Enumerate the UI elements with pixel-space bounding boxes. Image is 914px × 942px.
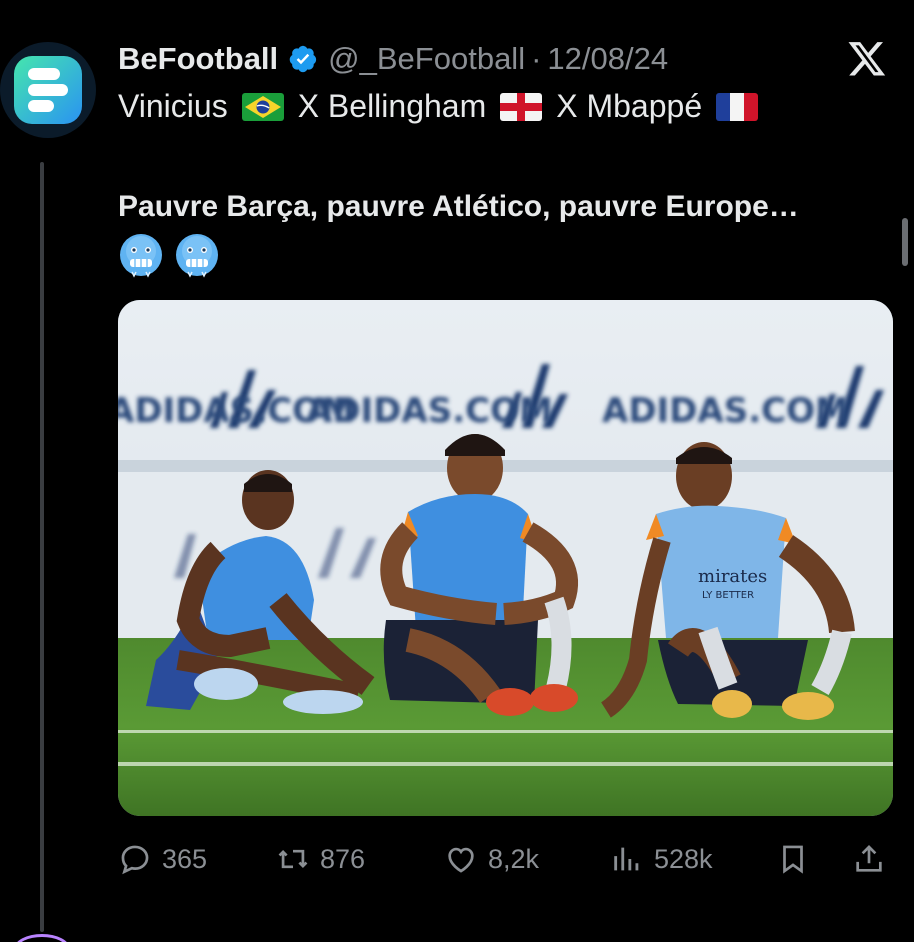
england-flag-icon bbox=[500, 92, 543, 121]
author-avatar[interactable] bbox=[0, 42, 96, 138]
cold-face-emoji-icon bbox=[120, 234, 162, 278]
views-icon bbox=[614, 847, 639, 871]
player-2: X Bellingham bbox=[297, 88, 487, 124]
befootball-logo-icon bbox=[14, 56, 82, 124]
banner-text-3: ADIDAS.COM bbox=[602, 391, 849, 431]
scrollbar[interactable] bbox=[902, 218, 908, 266]
tweet-text-line-1: Vinicius X Bellingham X Mbappé bbox=[118, 88, 772, 125]
author-handle[interactable]: @_BeFootball bbox=[328, 41, 525, 77]
retweet-count: 876 bbox=[320, 843, 366, 874]
share-icon bbox=[856, 845, 882, 872]
tweet-media-image[interactable]: ADIDAS.COM ADIDAS.COM ADIDAS.COM mirates… bbox=[118, 300, 893, 816]
share-button[interactable] bbox=[852, 842, 896, 876]
heart-icon bbox=[448, 847, 474, 873]
next-avatar[interactable] bbox=[14, 934, 70, 942]
tweet-actions: 365 876 8,2k 528k bbox=[118, 834, 890, 884]
verified-badge-icon bbox=[289, 45, 317, 73]
separator-dot: · bbox=[531, 41, 542, 76]
like-button[interactable]: 8,2k bbox=[444, 842, 539, 876]
views-button[interactable]: 528k bbox=[610, 842, 713, 876]
tweet-text-line-2: Pauvre Barça, pauvre Atlético, pauvre Eu… bbox=[118, 190, 799, 223]
brazil-flag-icon bbox=[241, 92, 284, 121]
training-photo: ADIDAS.COM ADIDAS.COM ADIDAS.COM mirates… bbox=[118, 300, 893, 816]
france-flag-icon bbox=[716, 92, 759, 121]
banner-text-2: ADIDAS.COM bbox=[306, 391, 553, 431]
reply-icon bbox=[121, 845, 149, 875]
author-name[interactable]: BeFootball bbox=[118, 41, 278, 77]
retweet-icon bbox=[278, 849, 308, 869]
reply-button[interactable]: 365 bbox=[118, 842, 207, 876]
tweet-header: BeFootball @_BeFootball · 12/08/24 bbox=[118, 38, 668, 80]
tweet-date[interactable]: 12/08/24 bbox=[547, 41, 668, 77]
player-1: Vinicius bbox=[118, 88, 228, 124]
player-3: X Mbappé bbox=[556, 88, 703, 124]
reply-count: 365 bbox=[162, 843, 208, 874]
views-count: 528k bbox=[654, 843, 713, 874]
cold-face-emoji-icon bbox=[176, 234, 218, 278]
x-logo-icon bbox=[848, 42, 886, 76]
bookmark-icon bbox=[783, 845, 803, 874]
retweet-button[interactable]: 876 bbox=[276, 842, 365, 876]
emoji-row bbox=[118, 232, 220, 278]
shirt-subtext: LY BETTER bbox=[702, 590, 754, 601]
like-count: 8,2k bbox=[488, 843, 540, 874]
shirt-text: mirates bbox=[698, 566, 767, 587]
thread-line bbox=[40, 162, 44, 932]
bookmark-button[interactable] bbox=[776, 842, 820, 876]
